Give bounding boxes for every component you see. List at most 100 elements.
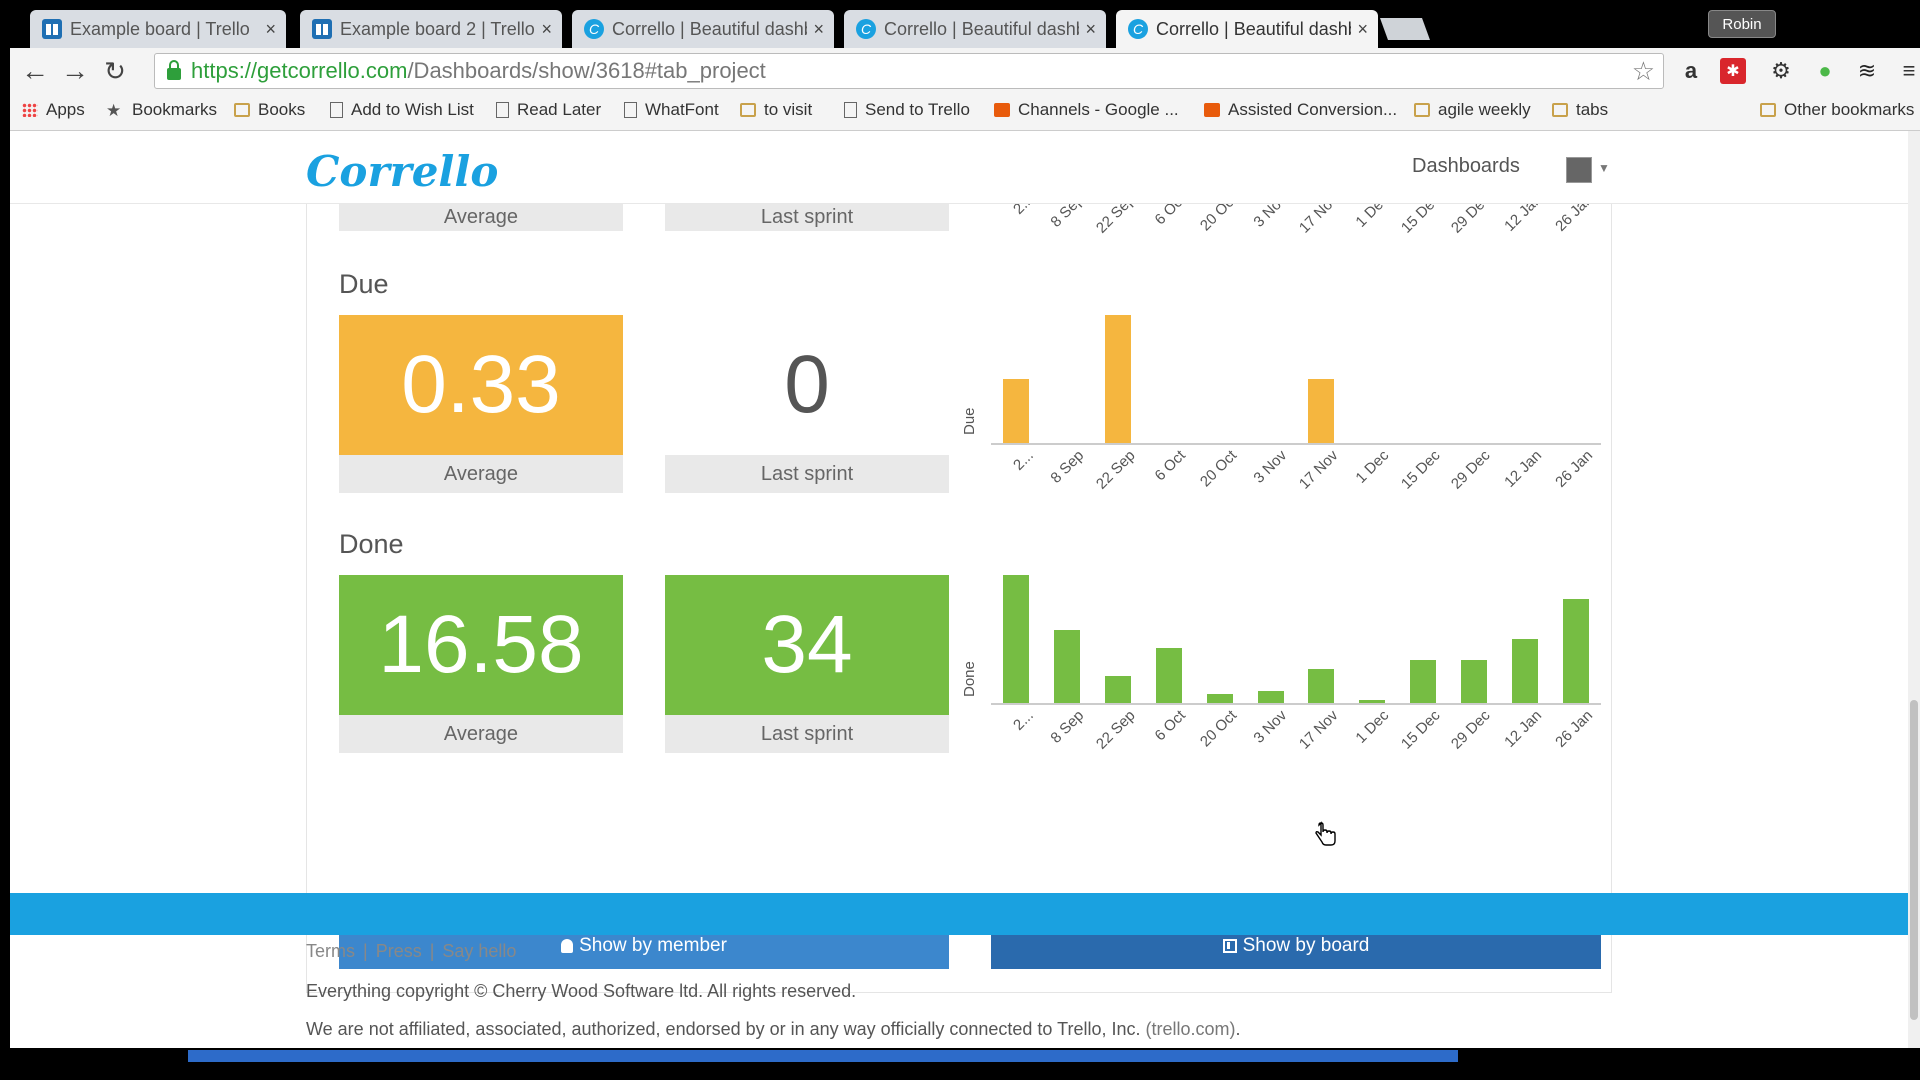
bookmark-read-later[interactable]: Read Later [496,100,601,120]
close-icon[interactable]: × [1085,19,1096,40]
bookmark-bookmarks[interactable]: ★ Bookmarks [106,100,217,120]
site-header: Corrello Dashboards ▼ [10,131,1908,204]
browser-tab[interactable]: Example board | Trello × [30,10,286,48]
bookmark-to-visit[interactable]: to visit [740,100,812,120]
corrello-icon: C [584,19,604,39]
close-icon[interactable]: × [1357,19,1368,40]
hand-cursor-icon [1315,821,1336,846]
browser-tab-active[interactable]: C Corrello | Beautiful dashbc × [1116,10,1378,48]
x-tick-label: 8 Sep [1047,707,1088,747]
x-tick-label: 6 Oct [1151,707,1189,745]
chart-bar [1359,699,1386,703]
avatar[interactable] [1566,157,1592,183]
chart-bar [1308,669,1335,703]
new-tab-button[interactable] [1379,18,1431,40]
x-tick-label: 12 Jan [1500,447,1545,491]
bookmark-label: Add to Wish List [351,100,474,119]
close-icon[interactable]: × [813,19,824,40]
corrello-logo[interactable]: Corrello [306,147,498,196]
disclaimer-text: We are not affiliated, associated, autho… [306,1019,1241,1040]
disclaimer-end: . [1235,1019,1241,1039]
copyright-text: Everything copyright © Cherry Wood Softw… [306,981,857,1001]
bookmark-label: Bookmarks [132,100,218,119]
evernote-icon[interactable]: ● [1810,56,1840,86]
done-last-sprint-value: 34 [665,575,949,715]
chart-icon [994,103,1010,117]
footer-link-say-hello[interactable]: Say hello [442,941,516,961]
url-host: https://getcorrello.com [191,58,408,83]
x-tick-label: 26 Jan [1551,447,1596,491]
amazon-icon[interactable]: a [1676,56,1706,86]
x-tick-label: 15 Dec [1397,707,1444,753]
address-bar[interactable]: https://getcorrello.com/Dashboards/show/… [154,53,1664,89]
close-icon[interactable]: × [265,19,276,40]
x-tick-label: 29 Dec [1448,447,1494,493]
tab-title: Corrello | Beautiful dashbc [1156,18,1352,39]
close-icon[interactable]: × [541,19,552,40]
bookmark-whatfont[interactable]: WhatFont [624,100,719,120]
done-last-sprint-label: Last sprint [665,715,949,753]
x-tick-label: 17 Nov [1295,447,1342,493]
bookmark-add-to-wish-list[interactable]: Add to Wish List [330,100,474,120]
folder-icon [1414,103,1430,117]
show-by-board-label: Show by board [1242,935,1370,956]
x-tick-label: 20 Oct [1196,707,1240,751]
due-last-sprint-label: Last sprint [665,455,949,493]
trello-icon [42,19,62,39]
x-tick-label: 8 Sep [1047,447,1088,487]
chart-bar [1562,599,1589,703]
nav-dashboards-link[interactable]: Dashboards [1412,155,1520,178]
chevron-down-icon[interactable]: ▼ [1598,161,1610,175]
bookmark-star-icon[interactable]: ☆ [1632,56,1655,87]
due-average-label: Average [339,455,623,493]
tab-title: Example board 2 | Trello [340,18,535,39]
bookmark-label: Books [258,100,306,119]
browser-tab[interactable]: C Corrello | Beautiful dashbc × [572,10,834,48]
bookmark-send-to-trello[interactable]: Send to Trello [844,100,970,120]
scrollbar-thumb[interactable] [1910,700,1918,1020]
menu-icon[interactable]: ≡ [1894,56,1920,86]
chart-bar [1460,660,1487,703]
web-page: Average Last sprint 2... 8 Sep 22 Sep 6 Oct… [10,131,1908,1048]
tab-strip: Example board | Trello × Example board 2… [0,0,1920,48]
bookmark-channels-google[interactable]: Channels - Google ... [994,100,1179,120]
due-average-value: 0.33 [339,315,623,455]
bookmark-tabs[interactable]: tabs [1552,100,1608,120]
bookmark-assisted-conversion[interactable]: Assisted Conversion... [1204,100,1397,120]
due-last-sprint-value: 0 [665,315,949,455]
bookmark-label: Other bookmarks [1784,100,1915,119]
trello-link[interactable]: (trello.com) [1146,1019,1236,1039]
bookmark-label: Send to Trello [865,100,970,119]
bookmark-apps[interactable]: Apps [22,100,85,120]
folder-icon [1552,103,1568,117]
extension-badge-icon[interactable]: ✱ [1720,58,1746,84]
metrics-panel: Average Last sprint 2... 8 Sep 22 Sep 6 Oct… [306,191,1612,993]
x-tick-label: 29 Dec [1448,707,1494,753]
x-tick-label: 17 Nov [1295,707,1342,753]
x-axis-line [991,443,1601,445]
x-tick-label: 6 Oct [1151,447,1189,485]
back-icon[interactable]: ← [18,54,52,88]
browser-tab[interactable]: Example board 2 | Trello × [300,10,562,48]
footer-link-terms[interactable]: Terms [306,941,355,961]
bookmark-label: Read Later [517,100,602,119]
bookmark-other[interactable]: Other bookmarks [1760,100,1914,120]
bookmark-agile-weekly[interactable]: agile weekly [1414,100,1531,120]
bookmark-books[interactable]: Books [234,100,305,120]
reload-icon[interactable]: ↻ [98,54,132,88]
tab-title: Corrello | Beautiful dashbc [612,18,808,39]
folder-icon [234,103,250,117]
done-title: Done [339,529,404,559]
bookmark-label: Channels - Google ... [1018,100,1179,119]
gear-icon[interactable]: ⚙ [1766,56,1796,86]
chart-bar [1054,629,1081,703]
footer-separator: | [429,941,435,961]
x-tick-label: 22 Sep [1092,447,1139,493]
x-tick-label: 2... [1009,447,1037,474]
browser-tab[interactable]: C Corrello | Beautiful dashbc × [844,10,1106,48]
forward-icon[interactable]: → [58,54,92,88]
profile-button[interactable]: Robin [1708,10,1776,38]
footer-link-press[interactable]: Press [376,941,422,961]
chart-icon [1204,103,1220,117]
layers-icon[interactable]: ≋ [1852,56,1882,86]
